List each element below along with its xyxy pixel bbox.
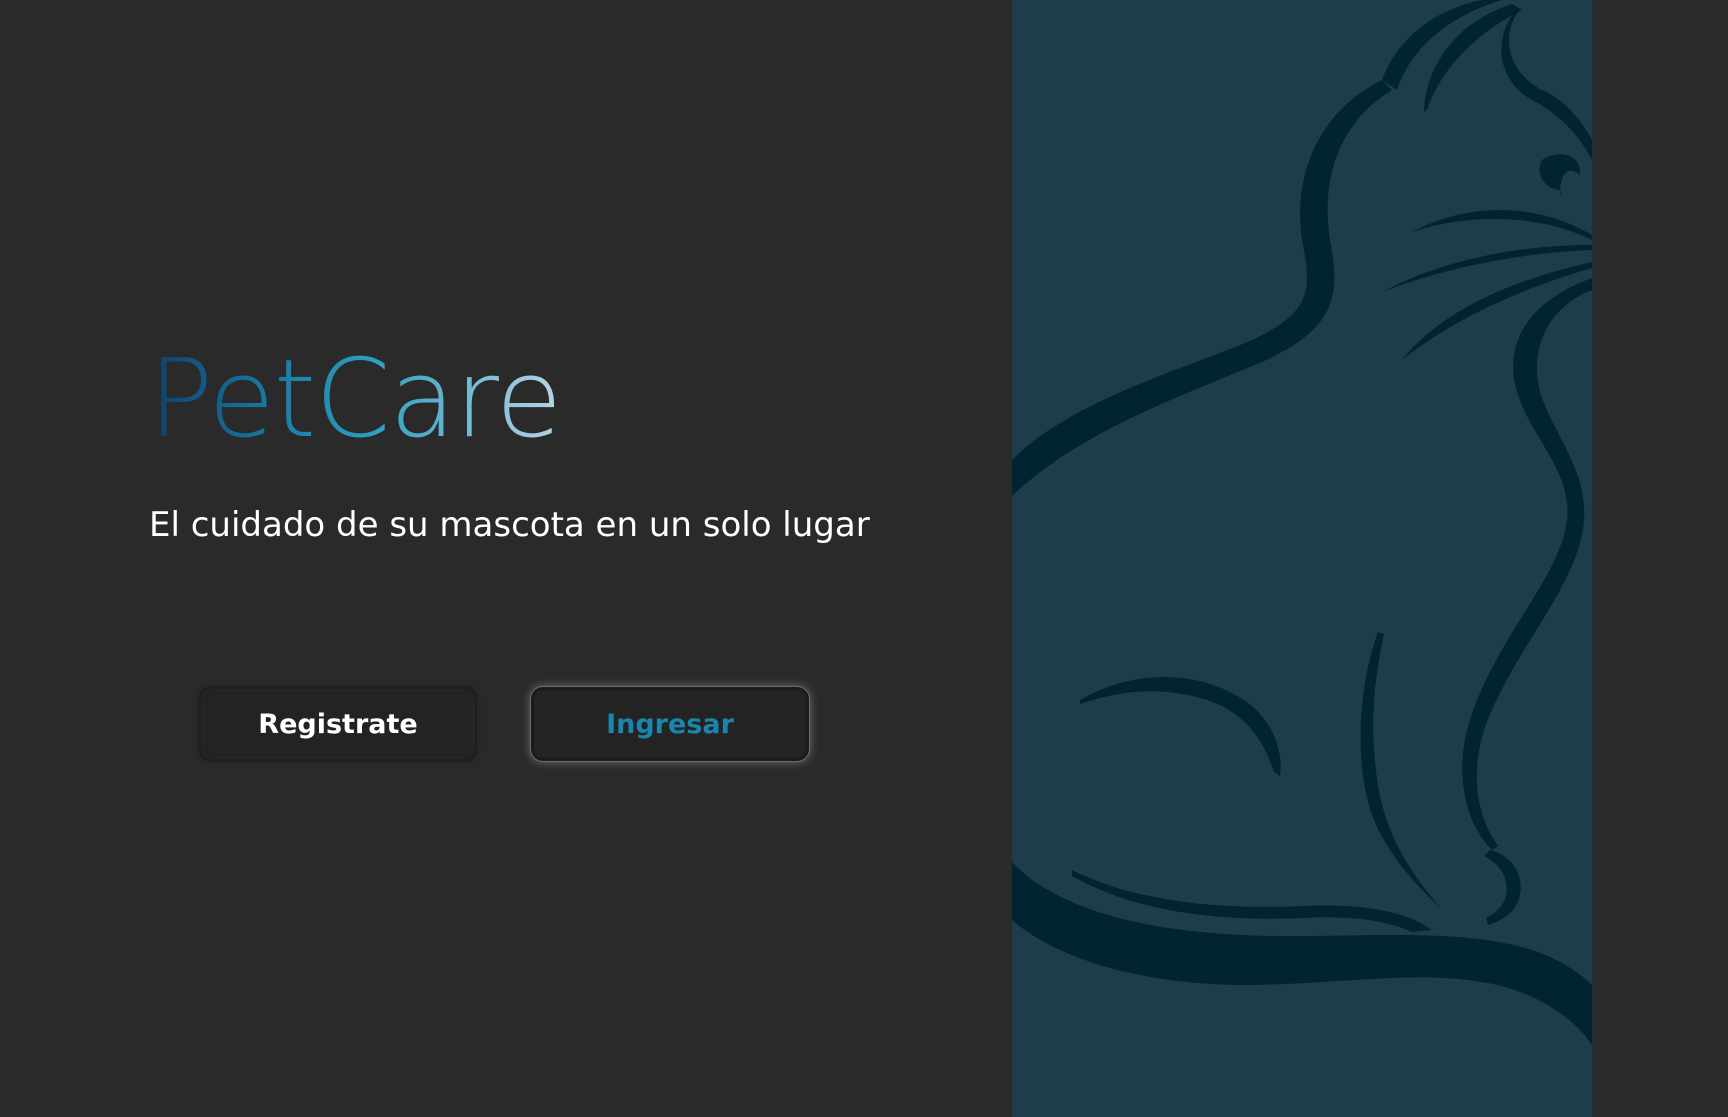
login-button[interactable]: Ingresar — [531, 687, 809, 761]
tagline: El cuidado de su mascota en un solo luga… — [149, 505, 870, 545]
hero-section: PetCare El cuidado de su mascota en un s… — [0, 0, 1012, 1117]
landing-page: PetCare El cuidado de su mascota en un s… — [0, 0, 1728, 1117]
brand-title: PetCare — [148, 337, 562, 462]
register-button[interactable]: Registrate — [199, 687, 477, 761]
cat-silhouette-icon — [1012, 0, 1592, 1045]
login-button-label: Ingresar — [606, 708, 734, 740]
register-button-label: Registrate — [258, 708, 418, 740]
illustration-panel — [1012, 0, 1592, 1117]
